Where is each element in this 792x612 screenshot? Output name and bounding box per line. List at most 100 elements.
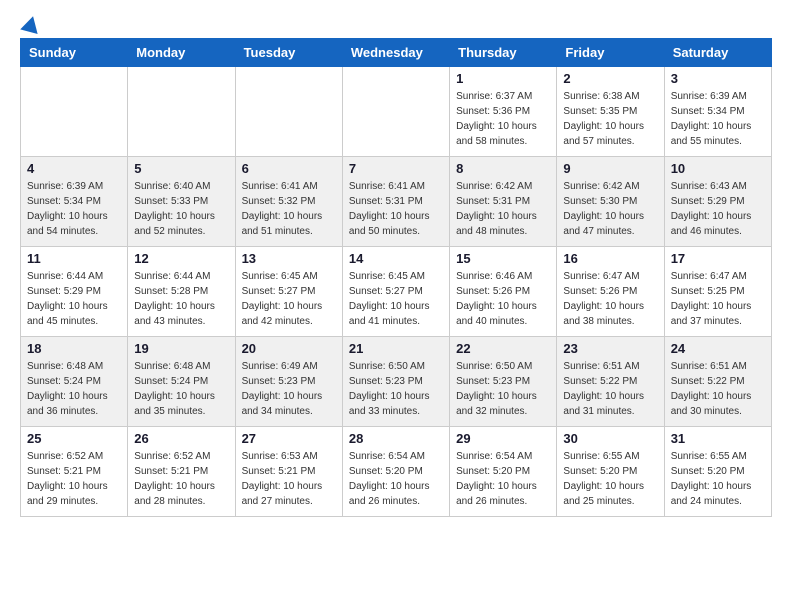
calendar-cell: 5Sunrise: 6:40 AMSunset: 5:33 PMDaylight… bbox=[128, 157, 235, 247]
calendar-cell: 8Sunrise: 6:42 AMSunset: 5:31 PMDaylight… bbox=[450, 157, 557, 247]
day-number: 27 bbox=[242, 431, 336, 446]
calendar-week-row: 18 Sunrise: 6:48 AMSunset: 5:24 PMDayligh… bbox=[21, 337, 772, 427]
day-info: Sunrise: 6:44 AMSunset: 5:29 PMDaylight:… bbox=[27, 269, 121, 329]
calendar-cell: 23Sunrise: 6:51 AMSunset: 5:22 PMDayligh… bbox=[557, 337, 664, 427]
day-info: Sunrise: 6:50 AMSunset: 5:23 PMDaylight:… bbox=[349, 359, 443, 419]
day-number: 22 bbox=[456, 341, 550, 356]
calendar-cell: 2 Sunrise: 6:38 AMSunset: 5:35 PMDaylight… bbox=[557, 67, 664, 157]
day-info: Sunrise: 6:51 AMSunset: 5:22 PMDaylight:… bbox=[671, 359, 765, 419]
day-info: Sunrise: 6:41 AMSunset: 5:32 PMDaylight:… bbox=[242, 179, 336, 239]
day-header-monday: Monday bbox=[128, 39, 235, 67]
calendar-cell bbox=[342, 67, 449, 157]
day-number: 10 bbox=[671, 161, 765, 176]
day-info: Sunrise: 6:45 AMSunset: 5:27 PMDaylight:… bbox=[242, 269, 336, 329]
day-info: Sunrise: 6:42 AMSunset: 5:31 PMDaylight:… bbox=[456, 179, 550, 239]
day-info: Sunrise: 6:46 AMSunset: 5:26 PMDaylight:… bbox=[456, 269, 550, 329]
day-info: Sunrise: 6:52 AMSunset: 5:21 PMDaylight:… bbox=[134, 449, 228, 509]
day-header-sunday: Sunday bbox=[21, 39, 128, 67]
day-info: Sunrise: 6:47 AMSunset: 5:26 PMDaylight:… bbox=[563, 269, 657, 329]
calendar-cell: 20 Sunrise: 6:49 AMSunset: 5:23 PMDayligh… bbox=[235, 337, 342, 427]
day-info: Sunrise: 6:53 AMSunset: 5:21 PMDaylight:… bbox=[242, 449, 336, 509]
day-info: Sunrise: 6:51 AMSunset: 5:22 PMDaylight:… bbox=[563, 359, 657, 419]
calendar-week-row: 25 Sunrise: 6:52 AMSunset: 5:21 PMDayligh… bbox=[21, 427, 772, 517]
day-number: 4 bbox=[27, 161, 121, 176]
day-number: 7 bbox=[349, 161, 443, 176]
calendar-cell: 21 Sunrise: 6:50 AMSunset: 5:23 PMDayligh… bbox=[342, 337, 449, 427]
logo-icon bbox=[20, 14, 42, 34]
day-info: Sunrise: 6:55 AMSunset: 5:20 PMDaylight:… bbox=[671, 449, 765, 509]
day-number: 2 bbox=[563, 71, 657, 86]
calendar-week-row: 1Sunrise: 6:37 AMSunset: 5:36 PMDaylight… bbox=[21, 67, 772, 157]
calendar-cell: 26Sunrise: 6:52 AMSunset: 5:21 PMDayligh… bbox=[128, 427, 235, 517]
calendar-cell: 27 Sunrise: 6:53 AMSunset: 5:21 PMDayligh… bbox=[235, 427, 342, 517]
calendar-cell bbox=[128, 67, 235, 157]
day-number: 9 bbox=[563, 161, 657, 176]
calendar-cell: 6 Sunrise: 6:41 AMSunset: 5:32 PMDaylight… bbox=[235, 157, 342, 247]
calendar-cell: 4Sunrise: 6:39 AMSunset: 5:34 PMDaylight… bbox=[21, 157, 128, 247]
day-number: 19 bbox=[134, 341, 228, 356]
calendar-cell: 12 Sunrise: 6:44 AMSunset: 5:28 PMDayligh… bbox=[128, 247, 235, 337]
day-header-friday: Friday bbox=[557, 39, 664, 67]
day-number: 28 bbox=[349, 431, 443, 446]
day-number: 14 bbox=[349, 251, 443, 266]
day-info: Sunrise: 6:45 AMSunset: 5:27 PMDaylight:… bbox=[349, 269, 443, 329]
calendar-cell: 24 Sunrise: 6:51 AMSunset: 5:22 PMDayligh… bbox=[664, 337, 771, 427]
day-number: 12 bbox=[134, 251, 228, 266]
day-info: Sunrise: 6:42 AMSunset: 5:30 PMDaylight:… bbox=[563, 179, 657, 239]
calendar-cell: 30Sunrise: 6:55 AMSunset: 5:20 PMDayligh… bbox=[557, 427, 664, 517]
day-info: Sunrise: 6:50 AMSunset: 5:23 PMDaylight:… bbox=[456, 359, 550, 419]
day-number: 13 bbox=[242, 251, 336, 266]
day-info: Sunrise: 6:48 AMSunset: 5:24 PMDaylight:… bbox=[134, 359, 228, 419]
day-info: Sunrise: 6:43 AMSunset: 5:29 PMDaylight:… bbox=[671, 179, 765, 239]
calendar-week-row: 11 Sunrise: 6:44 AMSunset: 5:29 PMDayligh… bbox=[21, 247, 772, 337]
day-number: 15 bbox=[456, 251, 550, 266]
day-number: 25 bbox=[27, 431, 121, 446]
calendar-cell: 19 Sunrise: 6:48 AMSunset: 5:24 PMDayligh… bbox=[128, 337, 235, 427]
day-number: 3 bbox=[671, 71, 765, 86]
calendar-cell: 17 Sunrise: 6:47 AMSunset: 5:25 PMDayligh… bbox=[664, 247, 771, 337]
day-number: 17 bbox=[671, 251, 765, 266]
calendar-cell: 13 Sunrise: 6:45 AMSunset: 5:27 PMDayligh… bbox=[235, 247, 342, 337]
calendar-cell: 25 Sunrise: 6:52 AMSunset: 5:21 PMDayligh… bbox=[21, 427, 128, 517]
day-number: 5 bbox=[134, 161, 228, 176]
calendar-cell bbox=[21, 67, 128, 157]
day-header-tuesday: Tuesday bbox=[235, 39, 342, 67]
day-number: 16 bbox=[563, 251, 657, 266]
calendar-cell: 15 Sunrise: 6:46 AMSunset: 5:26 PMDayligh… bbox=[450, 247, 557, 337]
day-number: 24 bbox=[671, 341, 765, 356]
day-number: 1 bbox=[456, 71, 550, 86]
day-number: 6 bbox=[242, 161, 336, 176]
day-number: 11 bbox=[27, 251, 121, 266]
day-info: Sunrise: 6:54 AMSunset: 5:20 PMDaylight:… bbox=[456, 449, 550, 509]
day-info: Sunrise: 6:38 AMSunset: 5:35 PMDaylight:… bbox=[563, 89, 657, 149]
calendar-cell: 22 Sunrise: 6:50 AMSunset: 5:23 PMDayligh… bbox=[450, 337, 557, 427]
day-info: Sunrise: 6:39 AMSunset: 5:34 PMDaylight:… bbox=[671, 89, 765, 149]
calendar-cell: 16 Sunrise: 6:47 AMSunset: 5:26 PMDayligh… bbox=[557, 247, 664, 337]
day-info: Sunrise: 6:55 AMSunset: 5:20 PMDaylight:… bbox=[563, 449, 657, 509]
day-header-saturday: Saturday bbox=[664, 39, 771, 67]
day-info: Sunrise: 6:52 AMSunset: 5:21 PMDaylight:… bbox=[27, 449, 121, 509]
day-number: 29 bbox=[456, 431, 550, 446]
day-number: 18 bbox=[27, 341, 121, 356]
calendar-cell: 3 Sunrise: 6:39 AMSunset: 5:34 PMDaylight… bbox=[664, 67, 771, 157]
calendar-body: 1Sunrise: 6:37 AMSunset: 5:36 PMDaylight… bbox=[21, 67, 772, 517]
calendar-cell: 28Sunrise: 6:54 AMSunset: 5:20 PMDayligh… bbox=[342, 427, 449, 517]
calendar-cell: 31 Sunrise: 6:55 AMSunset: 5:20 PMDayligh… bbox=[664, 427, 771, 517]
calendar-week-row: 4Sunrise: 6:39 AMSunset: 5:34 PMDaylight… bbox=[21, 157, 772, 247]
page-header bbox=[20, 16, 772, 32]
calendar-cell: 7 Sunrise: 6:41 AMSunset: 5:31 PMDaylight… bbox=[342, 157, 449, 247]
calendar-table: SundayMondayTuesdayWednesdayThursdayFrid… bbox=[20, 38, 772, 517]
day-number: 20 bbox=[242, 341, 336, 356]
day-info: Sunrise: 6:47 AMSunset: 5:25 PMDaylight:… bbox=[671, 269, 765, 329]
day-info: Sunrise: 6:49 AMSunset: 5:23 PMDaylight:… bbox=[242, 359, 336, 419]
day-info: Sunrise: 6:44 AMSunset: 5:28 PMDaylight:… bbox=[134, 269, 228, 329]
day-info: Sunrise: 6:41 AMSunset: 5:31 PMDaylight:… bbox=[349, 179, 443, 239]
calendar-cell bbox=[235, 67, 342, 157]
day-header-thursday: Thursday bbox=[450, 39, 557, 67]
calendar-cell: 14 Sunrise: 6:45 AMSunset: 5:27 PMDayligh… bbox=[342, 247, 449, 337]
days-header-row: SundayMondayTuesdayWednesdayThursdayFrid… bbox=[21, 39, 772, 67]
day-number: 21 bbox=[349, 341, 443, 356]
calendar-cell: 10 Sunrise: 6:43 AMSunset: 5:29 PMDayligh… bbox=[664, 157, 771, 247]
day-header-wednesday: Wednesday bbox=[342, 39, 449, 67]
day-number: 31 bbox=[671, 431, 765, 446]
